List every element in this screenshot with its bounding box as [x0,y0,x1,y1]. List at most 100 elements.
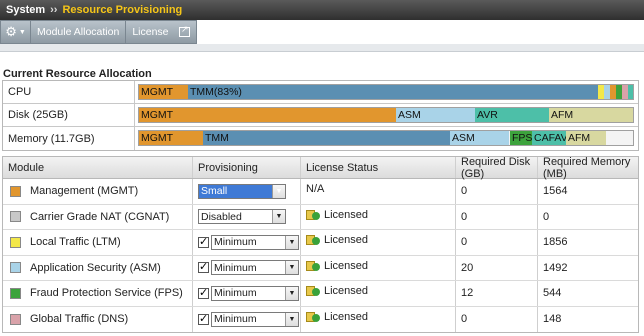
allocation-segment: MGMT [139,108,396,122]
allocation-segment: AVR [475,108,549,122]
allocation-bar: MGMTTMMASMFPSCAFAVRAFM [138,130,634,146]
color-swatch [10,262,21,274]
module-name: Carrier Grade NAT (CGNAT) [30,210,170,223]
provisioning-select[interactable]: Minimum ▼ [211,260,299,276]
license-icon [306,311,320,323]
provisioning-value: Small [201,185,228,198]
tab-module-allocation[interactable]: Module Allocation [31,21,127,43]
license-icon [306,260,320,272]
allocation-segment: MGMT [139,85,188,99]
column-header-required-disk: Required Disk (GB) [456,156,538,180]
chevron-down-icon: ▼ [285,261,298,275]
provisioning-value: Disabled [201,210,242,223]
required-disk: 0 [461,236,468,249]
chevron-down-icon: ▼ [285,235,298,249]
provisioning-select[interactable]: Minimum ▼ [211,285,299,301]
module-name: Global Traffic (DNS) [30,313,129,326]
modules-table: Module Provisioning License Status Requi… [2,156,639,333]
allocation-table: CPU MGMT TMM(83%) Disk (25GB) MGMT ASM AVR A… [2,80,639,151]
license-status: Licensed [324,285,369,297]
allocation-segment: CAFAVR [532,131,567,145]
required-memory: 544 [543,287,562,300]
allocation-row-memory: Memory (11.7GB) MGMTTMMASMFPSCAFAVRAFM [3,127,638,150]
license-icon [306,209,320,221]
external-link-icon[interactable] [179,24,190,37]
required-memory: 1856 [543,236,568,249]
tab-module-allocation-label: Module Allocation [37,26,120,38]
allocation-segment: MGMT [139,131,203,145]
color-swatch [10,287,21,299]
license-icon [306,234,320,246]
page-title: Resource Provisioning [62,4,183,16]
module-name: Fraud Protection Service (FPS) [30,287,183,300]
chevron-down-icon: ▼ [18,28,26,36]
column-header-provisioning: Provisioning [193,157,301,178]
provisioning-select[interactable]: Minimum ▼ [211,234,299,250]
gear-icon: ⚙ [5,24,17,39]
module-name: Local Traffic (LTM) [30,236,121,249]
license-status: Licensed [324,259,369,272]
provisioning-value: Minimum [214,313,257,326]
provisioning-checkbox[interactable] [198,312,209,325]
required-disk: 12 [461,287,474,300]
chevron-down-icon: ▼ [272,210,285,224]
allocation-segment: FPS [510,131,532,145]
column-header-module: Module [3,157,193,178]
table-row: Application Security (ASM) Minimum ▼ Lice… [3,255,638,281]
allocation-segment: AFM [566,131,606,145]
breadcrumb: System ›› Resource Provisioning [0,0,644,20]
toolbar: ⚙ ▼ Module Allocation License [0,20,644,44]
allocation-segment: ASM [396,108,475,122]
column-header-required-memory: Required Memory (MB) [543,155,631,180]
module-name: Management (MGMT) [30,185,139,198]
provisioning-value: Minimum [214,236,257,249]
license-status: N/A [306,183,325,195]
settings-menu-button[interactable]: ⚙ ▼ [1,21,31,43]
allocation-title: Current Resource Allocation [3,68,152,80]
table-row: Global Traffic (DNS) Minimum ▼ Licensed 0… [3,306,638,332]
tab-bar: ⚙ ▼ Module Allocation License [0,20,197,44]
allocation-row-cpu: CPU MGMT TMM(83%) [3,81,638,104]
breadcrumb-root[interactable]: System [6,4,45,16]
table-row: Carrier Grade NAT (CGNAT) Disabled ▼ Lice… [3,204,638,230]
provisioning-select[interactable]: Minimum ▼ [211,311,299,327]
provisioning-select[interactable]: Disabled ▼ [198,209,286,225]
license-status: Licensed [324,208,369,221]
table-header: Module Provisioning License Status Requi… [3,155,638,180]
allocation-segment: TMM(83%) [188,85,598,99]
color-swatch [10,313,21,325]
tab-license-label: License [132,26,169,38]
provisioning-checkbox[interactable] [198,235,209,248]
toolbar-strip [0,44,644,52]
allocation-label: Disk (25GB) [3,104,135,126]
required-disk: 20 [461,261,474,274]
required-memory: 1492 [543,261,568,274]
color-swatch [10,236,21,248]
required-memory: 1564 [543,185,568,198]
provisioning-checkbox[interactable] [198,260,209,274]
allocation-segment: TMM [203,131,450,145]
column-header-license-status: License Status [301,157,456,178]
table-row: Fraud Protection Service (FPS) Minimum▼ … [3,281,638,307]
required-memory: 0 [543,210,550,223]
allocation-row-disk: Disk (25GB) MGMT ASM AVR AFM [3,104,638,127]
chevron-down-icon: ▼ [285,312,298,326]
allocation-bar: MGMT ASM AVR AFM [138,107,634,123]
license-status: Licensed [324,234,369,246]
license-icon [306,285,320,297]
provisioning-checkbox[interactable] [198,286,209,299]
required-disk: 0 [461,210,468,223]
table-row: Local Traffic (LTM) Minimum▼ Licensed 0 … [3,230,638,256]
required-disk: 0 [461,185,468,198]
license-status: Licensed [324,310,369,323]
color-swatch [10,211,21,223]
provisioning-value: Minimum [214,287,257,300]
color-swatch [10,185,21,197]
allocation-label: Memory (11.7GB) [3,127,135,150]
allocation-segment [628,85,633,99]
module-name: Application Security (ASM) [30,261,161,274]
allocation-bar: MGMT TMM(83%) [138,84,634,100]
provisioning-select[interactable]: Small ▼ [198,183,286,199]
tab-license[interactable]: License [126,21,196,43]
chevron-down-icon: ▼ [272,184,285,198]
